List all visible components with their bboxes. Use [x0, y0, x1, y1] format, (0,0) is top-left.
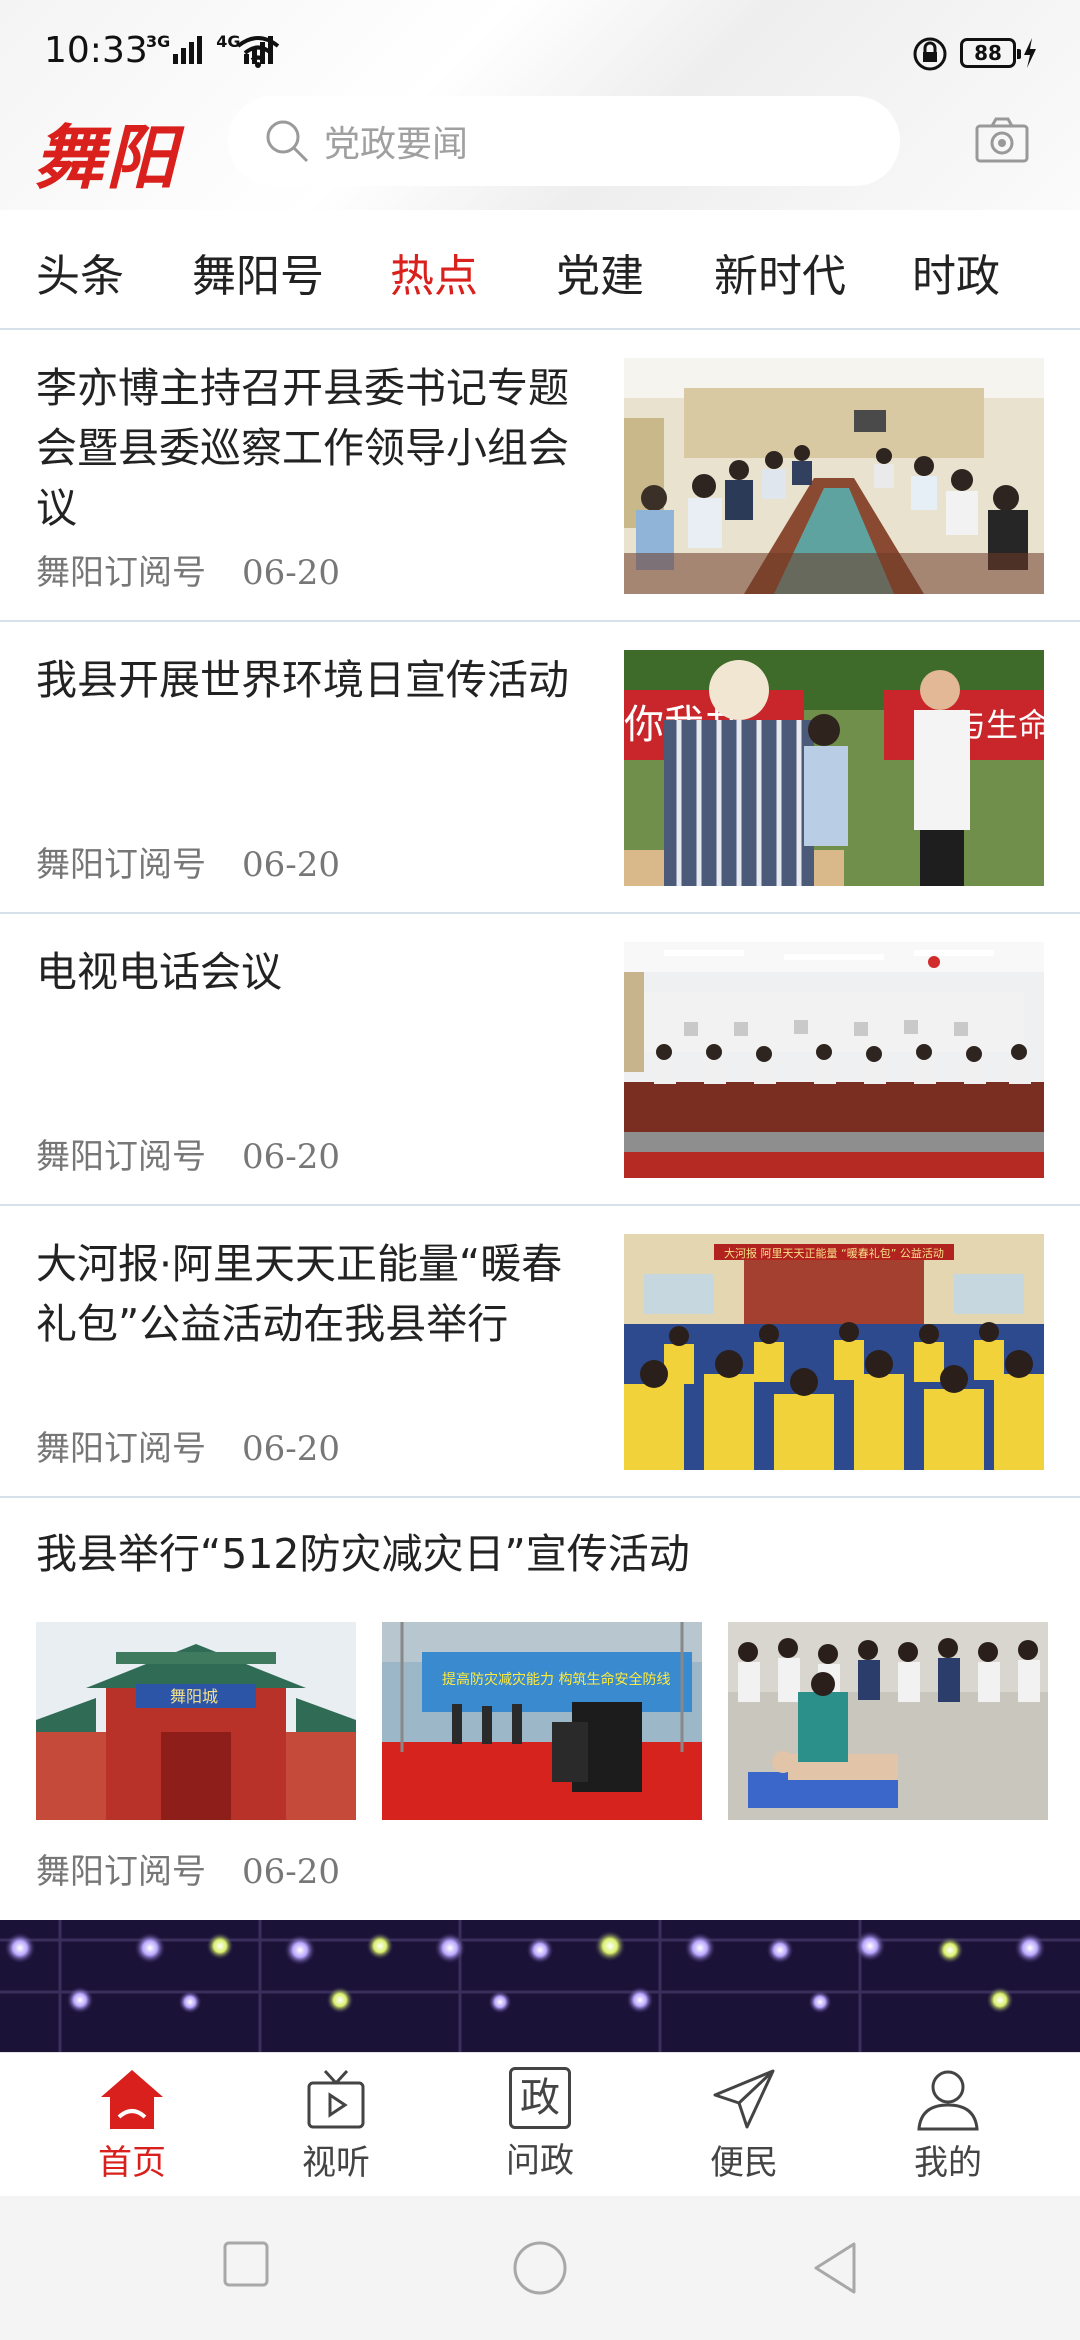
- app-header: 舞阳 党政要闻: [0, 96, 1080, 210]
- nav-services[interactable]: 便民: [674, 2067, 814, 2184]
- user-icon: [917, 2070, 979, 2131]
- news-thumbnail: 大河报 阿里天天正能量 “暖春礼包” 公益活动: [624, 1234, 1044, 1470]
- news-meta: 舞阳订阅号 06-20: [36, 1844, 340, 1893]
- tab-wuyanghao[interactable]: 舞阳号: [192, 240, 324, 304]
- news-thumbnail: 你我共 与生命: [624, 650, 1044, 886]
- news-title: 李亦博主持召开县委书记专题会暨县委巡察工作领导小组会议: [36, 364, 569, 532]
- app-logo[interactable]: 舞阳: [34, 102, 178, 203]
- nav-home[interactable]: 首页: [62, 2067, 202, 2184]
- news-thumbnail: [728, 1622, 1048, 1820]
- tv-icon: [307, 2069, 365, 2129]
- news-title: 大河报·阿里天天正能量“暖春礼包”公益活动在我县举行: [36, 1240, 563, 1348]
- camera-icon[interactable]: [974, 116, 1030, 164]
- news-date: 06-20: [242, 1137, 341, 1177]
- news-feed: 李亦博主持召开县委书记专题会暨县委巡察工作领导小组会议 舞阳订阅号 06-20: [0, 330, 1080, 1924]
- stage-banner-image[interactable]: [0, 1920, 1080, 2052]
- nav-video[interactable]: 视听: [266, 2067, 406, 2184]
- tab-xinshidai[interactable]: 新时代: [714, 240, 846, 304]
- news-thumbnail: 舞阳城: [36, 1622, 356, 1820]
- nav-label-services: 便民: [710, 2143, 778, 2183]
- svg-text:舞阳城: 舞阳城: [170, 1687, 218, 1706]
- news-date: 06-20: [242, 845, 341, 885]
- search-input[interactable]: 党政要闻: [228, 96, 900, 186]
- send-icon: [713, 2069, 775, 2129]
- charging-icon: [1024, 38, 1036, 68]
- nav-profile[interactable]: 我的: [878, 2067, 1018, 2184]
- news-meta: 舞阳订阅号 06-20: [36, 1421, 340, 1470]
- status-bar: 10:33 3G 4G 88: [0, 0, 1080, 96]
- news-date: 06-20: [242, 1429, 341, 1469]
- news-thumbnail: 提高防灾减灾能力 构筑生命安全防线: [382, 1622, 702, 1820]
- channel-tabs: 头条 舞阳号 热点 党建 新时代 时政: [0, 210, 1080, 330]
- news-title: 我县开展世界环境日宣传活动: [36, 656, 569, 704]
- back-icon[interactable]: [810, 2240, 858, 2296]
- nav-label-home: 首页: [98, 2143, 166, 2183]
- news-date: 06-20: [242, 1852, 341, 1892]
- news-title: 电视电话会议: [36, 948, 282, 996]
- news-title: 我县举行“512防灾减灾日”宣传活动: [36, 1530, 690, 1578]
- home-button-icon[interactable]: [512, 2240, 568, 2296]
- search-placeholder: 党政要闻: [324, 124, 469, 165]
- news-meta: 舞阳订阅号 06-20: [36, 1129, 340, 1178]
- bottom-nav: 首页 视听 政 问政 便民 我的: [0, 2052, 1080, 2196]
- system-navigation-bar: [0, 2196, 1080, 2340]
- news-meta: 舞阳订阅号 06-20: [36, 837, 340, 886]
- status-time: 10:33: [44, 30, 148, 71]
- wifi-icon: [236, 36, 280, 68]
- net-label-3g: 3G: [146, 32, 171, 51]
- tab-dangjian[interactable]: 党建: [556, 240, 644, 304]
- recent-apps-icon[interactable]: [222, 2240, 270, 2288]
- top-area: 10:33 3G 4G 88 舞阳 党政要闻: [0, 0, 1080, 210]
- news-thumbnail-group: 舞阳城 提高防灾减灾能力 构筑生命安全防线: [36, 1622, 1048, 1820]
- news-source: 舞阳订阅号: [36, 553, 206, 593]
- svg-text:提高防灾减灾能力 构筑生命安全防线: 提高防灾减灾能力 构筑生命安全防线: [442, 1671, 670, 1688]
- battery-indicator: 88: [960, 38, 1021, 68]
- nav-label-profile: 我的: [914, 2143, 982, 2183]
- news-item[interactable]: 电视电话会议 舞阳订阅号 06-20: [0, 914, 1080, 1206]
- nav-label-video: 视听: [302, 2143, 370, 2183]
- tab-shizheng[interactable]: 时政: [912, 240, 1000, 304]
- news-item[interactable]: 李亦博主持召开县委书记专题会暨县委巡察工作领导小组会议 舞阳订阅号 06-20: [0, 330, 1080, 622]
- news-thumbnail: [624, 942, 1044, 1178]
- news-source: 舞阳订阅号: [36, 845, 206, 885]
- nav-politics[interactable]: 政 问政: [470, 2067, 610, 2182]
- news-source: 舞阳订阅号: [36, 1429, 206, 1469]
- news-source: 舞阳订阅号: [36, 1852, 206, 1892]
- tab-toutiao[interactable]: 头条: [36, 240, 124, 304]
- news-thumbnail: [624, 358, 1044, 594]
- svg-text:大河报 阿里天天正能量 “暖春礼包” 公益活动: 大河报 阿里天天正能量 “暖春礼包” 公益活动: [724, 1246, 944, 1260]
- news-date: 06-20: [242, 553, 341, 593]
- rotation-lock-icon: [913, 37, 947, 71]
- signal-3g: 3G: [146, 32, 203, 64]
- tab-redian[interactable]: 热点: [390, 240, 478, 304]
- news-item-multi-image[interactable]: 我县举行“512防灾减灾日”宣传活动 舞阳城 提高防灾减灾能力 构筑生命安全防线…: [0, 1498, 1080, 1924]
- zheng-icon: 政: [509, 2067, 571, 2129]
- signal-bars-icon: [173, 34, 203, 64]
- news-source: 舞阳订阅号: [36, 1137, 206, 1177]
- home-icon: [101, 2070, 163, 2129]
- news-meta: 舞阳订阅号 06-20: [36, 545, 340, 594]
- news-item[interactable]: 我县开展世界环境日宣传活动 舞阳订阅号 06-20 你我共 与生命: [0, 622, 1080, 914]
- search-icon: [266, 120, 309, 163]
- news-item[interactable]: 大河报·阿里天天正能量“暖春礼包”公益活动在我县举行 舞阳订阅号 06-20 大河…: [0, 1206, 1080, 1498]
- nav-label-politics: 问政: [506, 2141, 574, 2181]
